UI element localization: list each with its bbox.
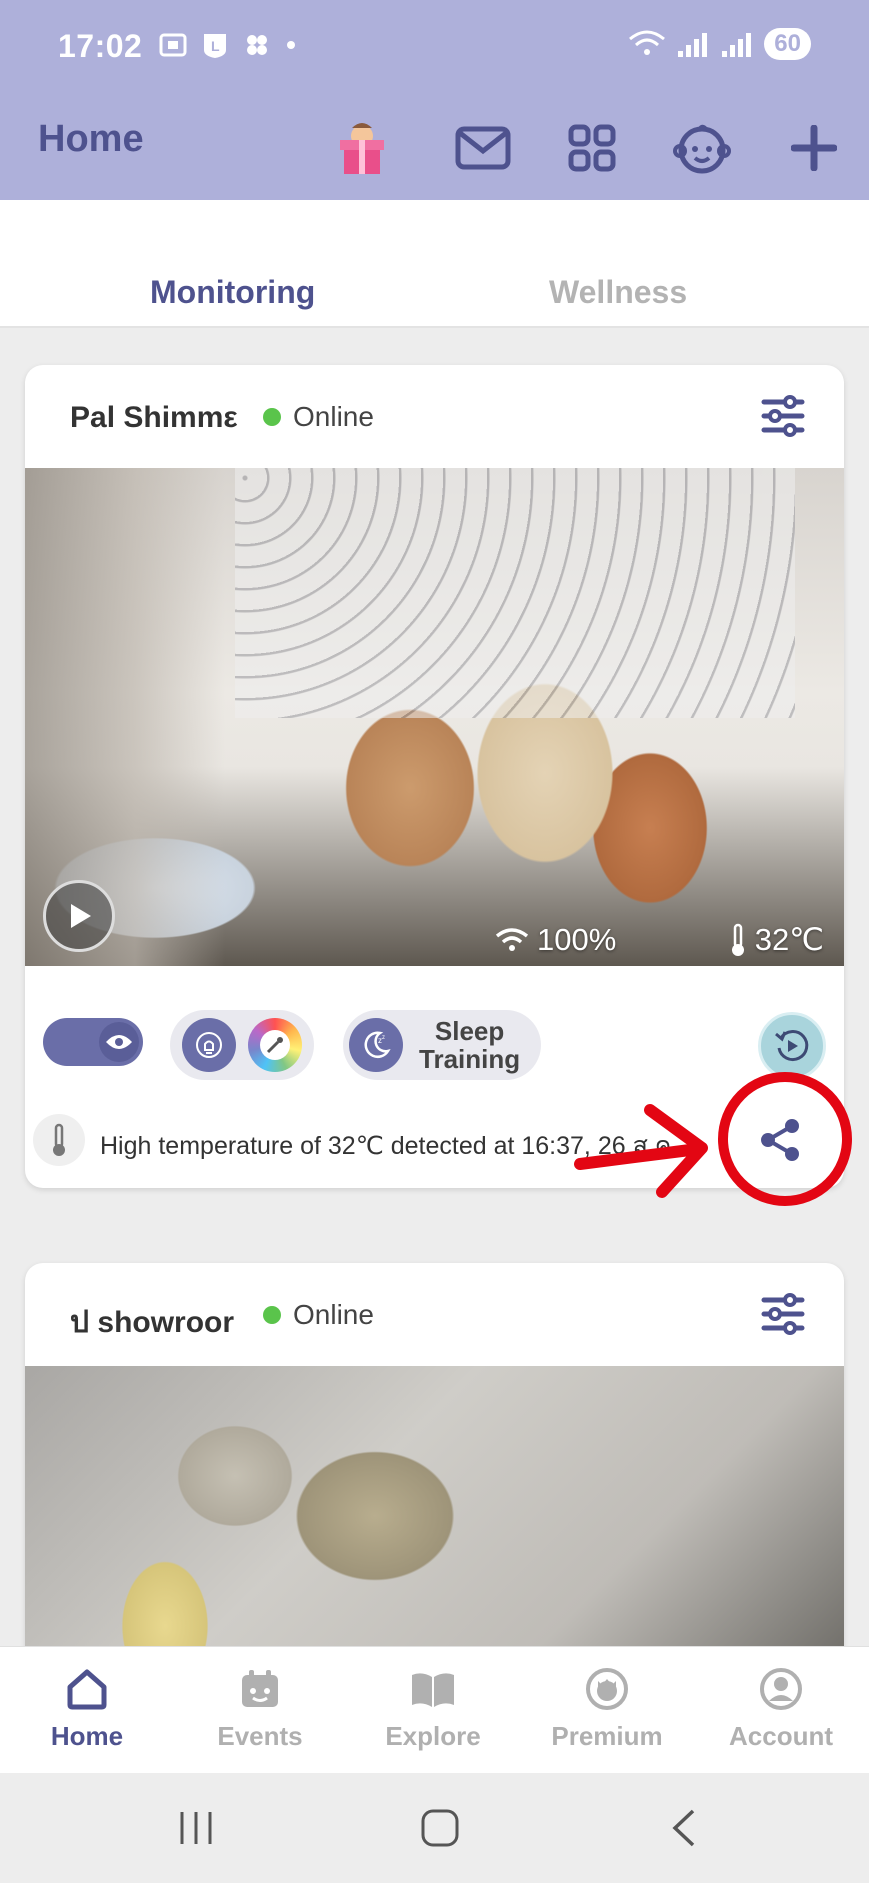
status-time: 17:02: [58, 28, 143, 64]
wifi-signal-icon: [629, 30, 666, 55]
nav-account[interactable]: Account: [706, 1661, 856, 1752]
bulb-icon: [196, 1032, 222, 1058]
camera-card-header: ป showroor Online: [25, 1263, 844, 1366]
book-icon: [412, 1673, 454, 1707]
account-icon: [760, 1668, 802, 1710]
recent-apps-icon: [180, 1812, 212, 1844]
bottom-navigation: Home Events Explore Premium Account: [0, 1646, 869, 1773]
temperature-value: 32℃: [754, 922, 824, 957]
sliders-icon: [761, 1293, 805, 1335]
premium-baby-icon: [586, 1668, 628, 1710]
eyedropper-icon: [266, 1037, 283, 1054]
privacy-toggle[interactable]: [43, 1018, 143, 1066]
camera-settings-button[interactable]: [760, 393, 806, 439]
alert-message: High temperature of 32℃ detected at 16:3…: [100, 1132, 672, 1160]
battery-indicator: 60: [764, 28, 811, 60]
recent-apps-button[interactable]: [166, 1803, 226, 1853]
play-icon: [71, 904, 91, 928]
share-icon: [761, 1119, 799, 1161]
camera-status-label: Online: [293, 401, 374, 432]
online-dot-icon: [263, 408, 281, 426]
screenshot-icon: [159, 33, 187, 57]
sliders-icon: [761, 395, 805, 437]
camera-name[interactable]: Pal Shimmε: [70, 401, 250, 435]
thermometer-icon: [731, 923, 744, 956]
grid-icon: [568, 124, 616, 172]
nav-home-label: Home: [50, 1721, 124, 1751]
sleep-training-button[interactable]: zz Sleep Training: [343, 1010, 541, 1080]
wifi-icon: [495, 928, 529, 951]
app-header: Home: [0, 96, 869, 200]
home-square-icon: [421, 1809, 459, 1847]
status-bar: 17:02 L 60: [0, 0, 869, 96]
home-system-button[interactable]: [410, 1803, 470, 1853]
camera-card-header: Pal Shimmε Online: [25, 365, 844, 468]
camera-live-feed[interactable]: 100% 32℃: [25, 468, 844, 966]
light-color-button[interactable]: [248, 1018, 302, 1072]
event-alert[interactable]: High temperature of 32℃ detected at 16:3…: [25, 1100, 844, 1180]
nav-events[interactable]: Events: [185, 1661, 335, 1752]
gift-button[interactable]: [330, 116, 394, 180]
camera-card: ป showroor Online: [25, 1263, 844, 1683]
gift-icon: [340, 123, 384, 174]
mail-icon: [455, 126, 511, 170]
camera-name[interactable]: ป showroor: [70, 1299, 250, 1346]
tab-wellness[interactable]: Wellness: [549, 274, 687, 311]
more-dot-icon: [287, 41, 295, 49]
toggle-knob: [99, 1022, 139, 1062]
online-dot-icon: [263, 1306, 281, 1324]
room-temperature: 32℃: [729, 922, 824, 958]
messages-button[interactable]: [451, 116, 515, 180]
svg-text:z: z: [382, 1035, 385, 1041]
replay-icon: [775, 1030, 809, 1062]
status-icons: L: [158, 30, 298, 60]
system-navigation: [0, 1773, 869, 1883]
camera-controls: zz Sleep Training: [25, 980, 844, 1080]
night-light-button[interactable]: [182, 1018, 236, 1072]
wifi-strength: 100%: [495, 922, 616, 958]
camera-status-label: Online: [293, 1299, 374, 1330]
back-button[interactable]: [654, 1803, 714, 1853]
tab-monitoring[interactable]: Monitoring: [150, 274, 315, 311]
playback-button[interactable]: [758, 1012, 826, 1080]
baby-profile-button[interactable]: [670, 116, 734, 180]
wifi-strength-value: 100%: [537, 922, 617, 957]
svg-text:L: L: [211, 38, 220, 54]
calendar-icon: [242, 1670, 278, 1707]
nav-premium-label: Premium: [551, 1721, 663, 1751]
add-device-button[interactable]: [782, 116, 846, 180]
baby-face-icon: [673, 124, 731, 174]
line-app-icon: L: [204, 34, 226, 58]
nav-explore-label: Explore: [385, 1721, 481, 1751]
nav-explore[interactable]: Explore: [358, 1661, 508, 1752]
page-title: Home: [38, 118, 144, 160]
cell-signal-icon: [678, 33, 708, 57]
moon-icon: zz: [364, 1031, 391, 1058]
nav-home[interactable]: Home: [12, 1661, 162, 1752]
sleep-moon-button: zz: [349, 1018, 403, 1072]
flower-app-icon: [247, 35, 267, 55]
camera-status: Online: [263, 401, 374, 433]
alert-thermometer-icon: [33, 1114, 85, 1166]
sleep-training-label: Sleep Training: [419, 1016, 521, 1074]
tab-bar: Monitoring Wellness: [0, 200, 869, 328]
plus-icon: [791, 125, 837, 171]
thermometer-icon: [53, 1123, 65, 1156]
camera-status: Online: [263, 1299, 374, 1331]
camera-live-feed[interactable]: [25, 1366, 844, 1683]
back-chevron-icon: [672, 1809, 695, 1847]
cell-signal-2-icon: [722, 33, 752, 57]
play-button[interactable]: [43, 880, 115, 952]
nav-premium[interactable]: Premium: [532, 1661, 682, 1752]
share-button[interactable]: [756, 1116, 804, 1164]
nav-account-label: Account: [729, 1721, 833, 1751]
light-controls: [170, 1010, 314, 1080]
camera-card: Pal Shimmε Online 100% 32℃ z z Sleep Tra…: [25, 365, 844, 1188]
nav-events-label: Events: [217, 1721, 303, 1751]
camera-settings-button[interactable]: [760, 1291, 806, 1337]
eye-icon: [106, 1035, 132, 1049]
grid-view-button[interactable]: [560, 116, 624, 180]
home-icon: [67, 1669, 107, 1710]
